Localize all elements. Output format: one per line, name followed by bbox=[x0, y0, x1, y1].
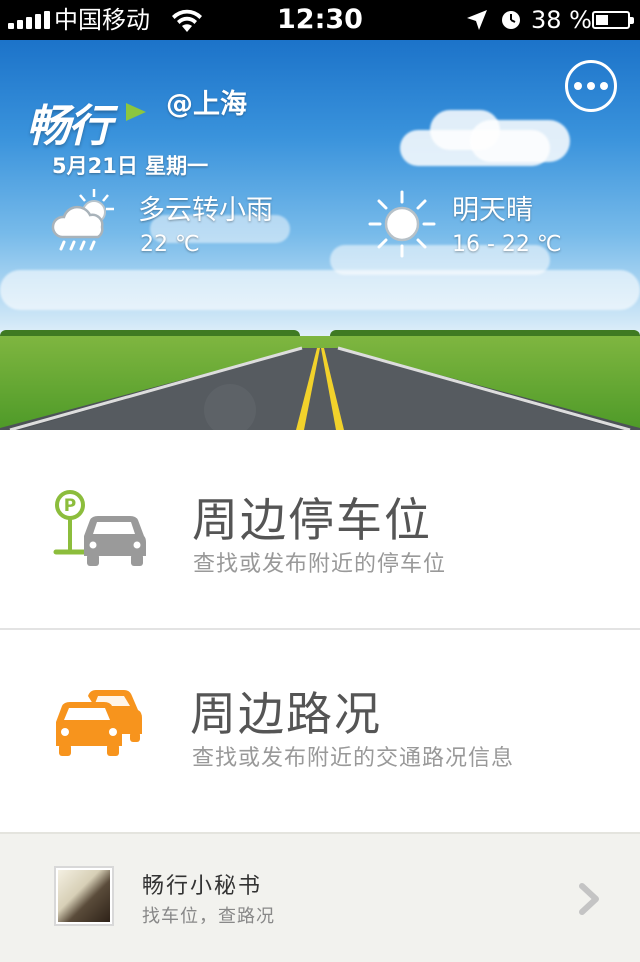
tomorrow-temperature: 16 - 22 ℃ bbox=[452, 232, 562, 257]
location-arrow-icon bbox=[467, 10, 487, 30]
avatar bbox=[54, 866, 114, 926]
traffic-subtitle: 查找或发布附近的交通路况信息 bbox=[192, 746, 515, 771]
assistant-description: 找车位，查路况 bbox=[142, 906, 275, 927]
more-dots-icon bbox=[574, 82, 582, 90]
cloud-rain-sun-icon bbox=[51, 189, 114, 251]
today-temperature: 22 ℃ bbox=[140, 232, 200, 257]
more-options-button[interactable] bbox=[565, 60, 617, 112]
battery-icon bbox=[592, 11, 634, 29]
nearby-parking-item[interactable]: P 周边停车位 查找或发布附近的停车位 bbox=[0, 430, 640, 628]
logo-arrow-icon bbox=[126, 103, 146, 121]
parking-title: 周边停车位 bbox=[192, 493, 432, 547]
date-label: 5月21日 星期一 bbox=[52, 154, 209, 178]
assistant-name: 畅行小秘书 bbox=[142, 874, 263, 899]
svg-text:P: P bbox=[64, 496, 76, 516]
parking-car-icon: P bbox=[53, 490, 146, 566]
chevron-right-icon bbox=[579, 883, 599, 915]
parking-subtitle: 查找或发布附近的停车位 bbox=[193, 552, 447, 577]
assistant-row[interactable]: 畅行小秘书 找车位，查路况 bbox=[0, 832, 640, 962]
city-label[interactable]: @上海 bbox=[166, 82, 247, 121]
battery-percent: 38 % bbox=[531, 6, 592, 34]
weather-banner: 畅行 @上海 5月21日 星期一 多云转小雨 22 ℃ 明天晴 16 - 22 … bbox=[0, 40, 640, 430]
status-bar: 中国移动 12:30 38 % bbox=[0, 0, 640, 40]
nearby-traffic-item[interactable]: 周边路况 查找或发布附近的交通路况信息 bbox=[0, 630, 640, 830]
traffic-title: 周边路况 bbox=[190, 687, 382, 741]
app-logo: 畅行 bbox=[26, 90, 146, 154]
today-condition: 多云转小雨 bbox=[138, 195, 273, 226]
tomorrow-condition: 明天晴 bbox=[452, 195, 533, 226]
alarm-clock-icon bbox=[502, 11, 520, 29]
traffic-cars-icon bbox=[56, 690, 142, 756]
sun-icon bbox=[368, 190, 436, 258]
road-image bbox=[0, 346, 640, 430]
